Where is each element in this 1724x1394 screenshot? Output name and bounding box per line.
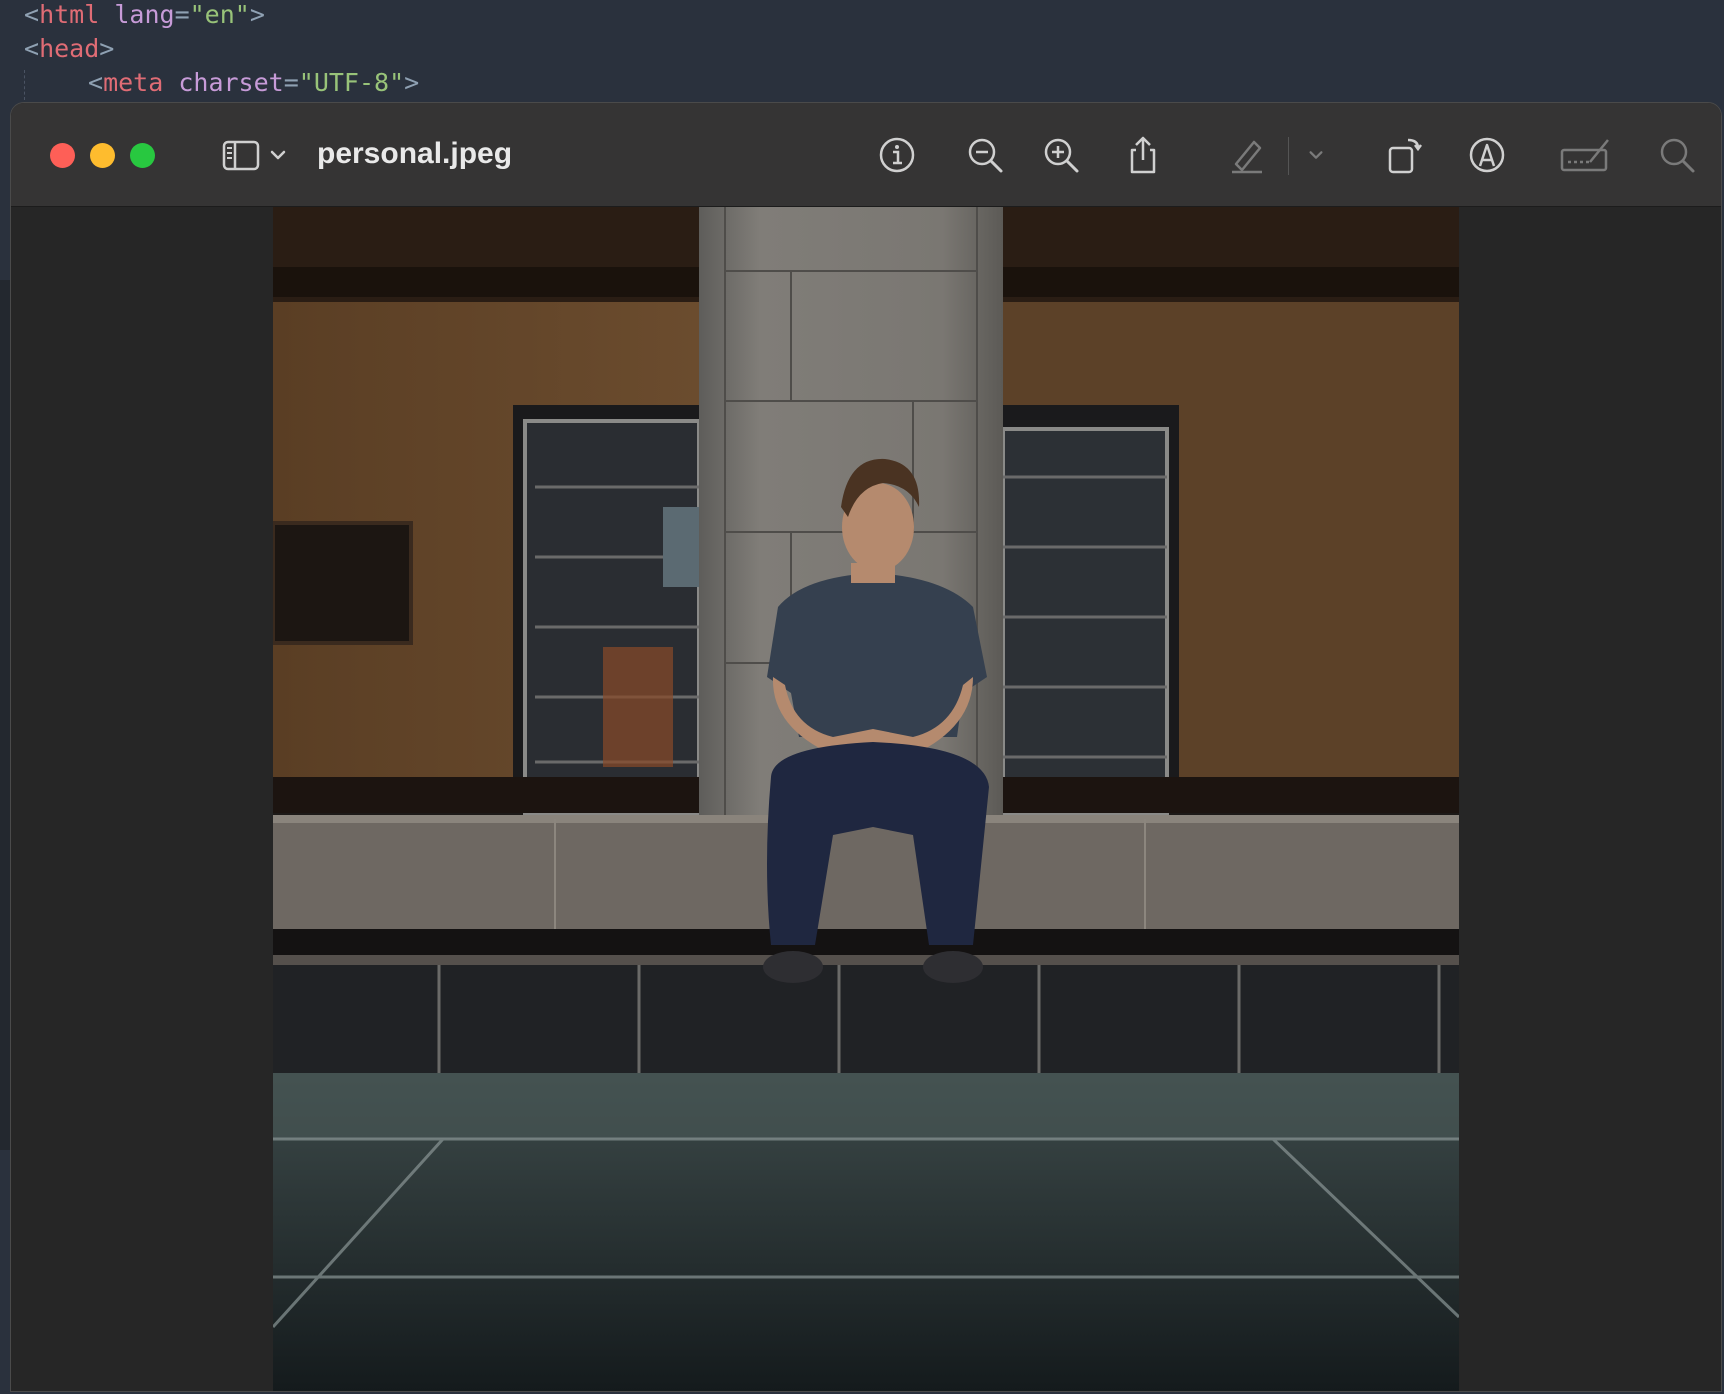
code-line-meta: <meta charset="UTF-8">: [88, 68, 419, 97]
chevron-down-icon[interactable]: [265, 133, 291, 177]
token-tag: head: [39, 34, 100, 63]
info-icon[interactable]: [875, 133, 919, 177]
zoom-out-icon[interactable]: [963, 133, 1007, 177]
image-canvas: [11, 207, 1721, 1391]
sidebar-toggle-icon[interactable]: [219, 133, 263, 177]
chevron-down-icon[interactable]: [1301, 133, 1331, 177]
search-icon[interactable]: [1655, 133, 1699, 177]
markup-icon[interactable]: [1465, 133, 1509, 177]
token-close: >: [249, 0, 265, 29]
token-open: <: [24, 0, 40, 29]
zoom-button[interactable]: [130, 143, 155, 168]
token-open: <: [24, 34, 40, 63]
token-tag: html: [39, 0, 100, 29]
preview-window: personal.jpeg: [10, 102, 1722, 1392]
zoom-in-icon[interactable]: [1039, 133, 1083, 177]
close-button[interactable]: [50, 143, 75, 168]
token-value: "UTF-8": [298, 68, 405, 97]
token-open: <: [88, 68, 104, 97]
rotate-icon[interactable]: [1383, 133, 1427, 177]
token-value: "en": [189, 0, 250, 29]
code-line-html: <html lang="en">: [24, 0, 265, 29]
toolbar-separator: [1288, 137, 1289, 175]
token-close: >: [99, 34, 115, 63]
token-close: >: [404, 68, 420, 97]
minimize-button[interactable]: [90, 143, 115, 168]
token-attr: charset: [178, 68, 284, 97]
token-tag: meta: [103, 68, 164, 97]
share-icon[interactable]: [1121, 133, 1165, 177]
highlight-pen-icon[interactable]: [1225, 133, 1269, 177]
token-eq: =: [174, 0, 190, 29]
photo-image: [273, 207, 1459, 1391]
window-titlebar[interactable]: personal.jpeg: [11, 103, 1721, 207]
token-attr: lang: [114, 0, 175, 29]
indent-guide: [24, 70, 25, 100]
signature-icon[interactable]: [1557, 133, 1613, 177]
token-eq: =: [283, 68, 299, 97]
code-line-head: <head>: [24, 34, 114, 63]
window-title: personal.jpeg: [317, 137, 513, 170]
